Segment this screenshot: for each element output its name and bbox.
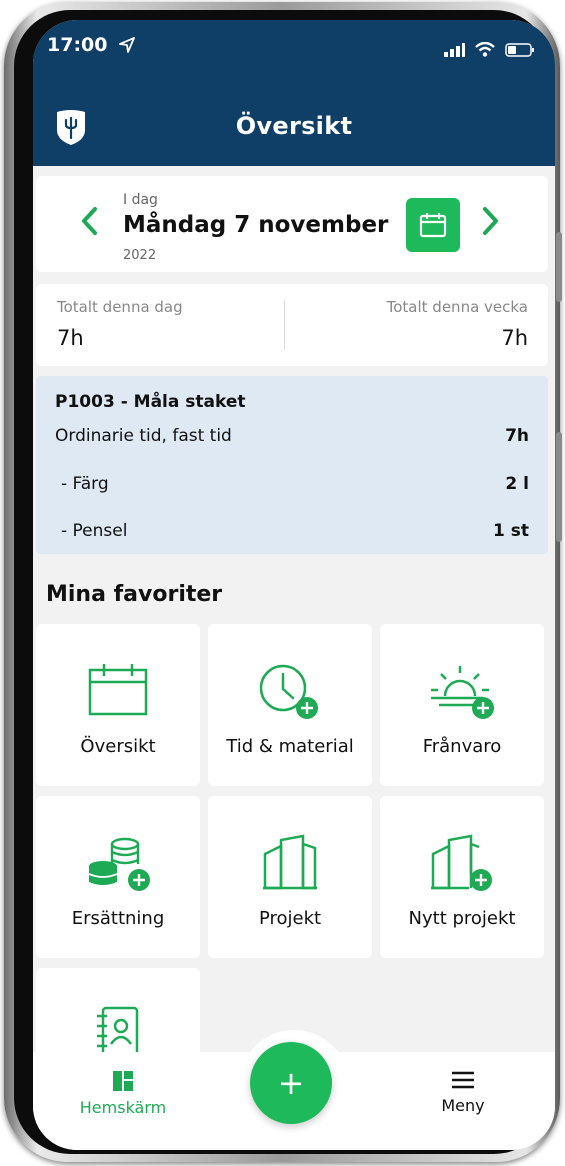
nav-home[interactable]: Hemskärm (73, 1070, 173, 1117)
tile-label: Nytt projekt (408, 908, 516, 929)
day-total-value: 7h (57, 326, 84, 350)
next-day-button[interactable] (482, 206, 500, 243)
entry-row-value: 1 st (493, 521, 529, 541)
coins-plus-icon (88, 837, 150, 891)
side-button (556, 232, 562, 302)
nav-menu[interactable]: Meny (413, 1070, 513, 1115)
nav-home-label: Hemskärm (79, 1098, 167, 1117)
favorites-heading: Mina favoriter (46, 582, 223, 607)
day-total-label: Totalt denna dag (57, 298, 183, 316)
entry-project-title: P1003 - Måla staket (55, 392, 246, 412)
time-entry-card[interactable]: P1003 - Måla staket Ordinarie tid, fast … (36, 376, 548, 554)
tile-label: Projekt (258, 908, 322, 929)
sunrise-plus-icon (431, 666, 494, 719)
chevron-left-icon (82, 207, 97, 235)
location-arrow-icon (119, 37, 136, 53)
favorite-tile-franvaro[interactable]: Frånvaro (380, 624, 544, 786)
hamburger-menu-icon (452, 1071, 474, 1089)
favorite-tile-ersattning[interactable]: Ersättning (36, 796, 200, 958)
totals-card: Totalt denna dag 7h Totalt denna vecka 7… (36, 284, 548, 366)
tile-label: Översikt (80, 736, 156, 757)
clock-plus-icon (259, 664, 318, 719)
tile-label: Frånvaro (422, 736, 502, 757)
calendar-icon (419, 213, 447, 238)
favorite-tile-tid-material[interactable]: Tid & material (208, 624, 372, 786)
date-caption: I dag (123, 192, 158, 208)
top-app-bar: 17:00 Översikt (33, 20, 555, 166)
side-button (556, 432, 562, 542)
favorite-tile-nytt-projekt[interactable]: Nytt projekt (380, 796, 544, 958)
wifi-icon (475, 42, 495, 57)
entry-row-value: 2 l (505, 474, 529, 494)
entry-row-label: - Färg (61, 474, 109, 494)
status-icons (443, 42, 535, 57)
divider (284, 300, 285, 350)
previous-day-button[interactable] (80, 206, 98, 243)
entry-row-label: Ordinarie tid, fast tid (55, 426, 232, 446)
date-selector: I dag Måndag 7 november 2022 (36, 176, 548, 272)
favorite-tile-oversikt[interactable]: Översikt (36, 624, 200, 786)
building-icon (263, 834, 317, 890)
screen: 17:00 Översikt I dag Måndag 7 november 2… (33, 20, 555, 1150)
phone-frame: 17:00 Översikt I dag Måndag 7 november 2… (4, 2, 562, 1162)
tile-label: Tid & material (226, 736, 354, 757)
signal-icon (444, 42, 465, 57)
calendar-icon (88, 664, 148, 716)
entry-row: Ordinarie tid, fast tid 7h (55, 426, 529, 446)
date-label: Måndag 7 november (123, 212, 389, 238)
plus-icon: + (277, 1064, 305, 1102)
entry-row-value: 7h (505, 426, 529, 446)
entry-row-label: - Pensel (61, 521, 128, 541)
chevron-right-icon (483, 207, 498, 235)
building-plus-icon (431, 834, 492, 891)
nav-menu-label: Meny (441, 1096, 485, 1115)
add-button[interactable]: + (250, 1042, 332, 1124)
entry-row: - Färg 2 l (55, 474, 529, 494)
calendar-button[interactable] (406, 198, 460, 252)
status-time: 17:00 (47, 34, 136, 56)
home-dashboard-icon (113, 1071, 133, 1091)
week-total-value: 7h (501, 326, 528, 350)
tile-label: Ersättning (71, 908, 165, 929)
date-year: 2022 (123, 248, 157, 263)
battery-icon (505, 42, 534, 57)
week-total-label: Totalt denna vecka (386, 298, 528, 316)
favorite-tile-projekt[interactable]: Projekt (208, 796, 372, 958)
entry-row: - Pensel 1 st (55, 521, 529, 541)
page-title: Översikt (235, 112, 353, 140)
